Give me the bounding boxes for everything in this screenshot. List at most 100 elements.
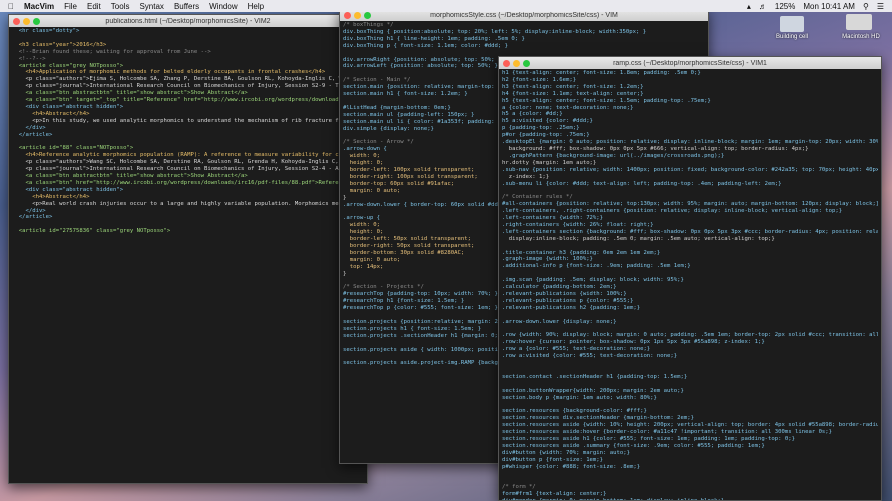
close-button[interactable]: [13, 17, 20, 25]
menu-extras: ▴ ♬ 125% Mon 10:41 AM ⚲ ☰: [747, 2, 892, 11]
code-editor[interactable]: h1 {text-align: center; font-size: 1.8em…: [499, 69, 881, 500]
menu-tools[interactable]: Tools: [111, 2, 130, 11]
code-line: section.resources aside .summary {font-s…: [502, 442, 765, 449]
menu-file[interactable]: File: [64, 2, 77, 11]
code-line: hr.dotty {margin: 1em auto;}: [502, 159, 597, 166]
code-line: .left-containers, .right-containers {pos…: [502, 208, 843, 215]
minimize-button[interactable]: [513, 59, 520, 67]
code-line: <!--?-->: [12, 55, 46, 62]
menu-app-name[interactable]: MacVim: [24, 2, 54, 11]
code-line: <h4>Application of morphomic methods for…: [12, 69, 326, 76]
code-line: z-index: 1;}: [502, 173, 550, 180]
code-line: div.boxThing h1 { line-height: 1em; padd…: [343, 35, 525, 42]
desktop-icon-label-building-cell[interactable]: Building cell: [770, 34, 814, 40]
minimize-button[interactable]: [23, 17, 30, 25]
search-icon[interactable]: ⚲: [863, 2, 869, 11]
code-line: .row:hover {cursor: pointer; box-shadow:…: [502, 339, 765, 346]
code-line: #all-containers {position: relative; top…: [502, 201, 878, 208]
code-line: .additional-info p {font-size: .9em; pad…: [502, 263, 691, 270]
code-line: </article>: [12, 131, 53, 138]
code-line: <p class="journal">International Researc…: [25, 83, 364, 90]
menu-help[interactable]: Help: [248, 2, 264, 11]
code-line: form#frm1 {text-align: center;}: [502, 491, 607, 498]
wifi-icon[interactable]: ▴: [747, 2, 751, 11]
vim-window-ramp[interactable]: ramp.css (~/Desktop/morphomicsSite/css) …: [498, 56, 882, 501]
code-line: <p>In this study, we used analytic morph…: [32, 117, 364, 124]
code-line: <p class="authors">Wang SC, Holcombe SA,…: [25, 159, 364, 166]
code-line: section.resources aside h1 {color: #555;…: [502, 436, 795, 443]
code-line: h5 a {color: #dd;}: [502, 111, 563, 118]
apple-icon[interactable]: : [8, 2, 14, 11]
code-line: p {padding-top: .25em;}: [502, 125, 580, 132]
titlebar[interactable]: publications.html (~/Desktop/morphomicsS…: [9, 15, 367, 27]
code-line: h5 {text-align: center; font-size: 1.5em…: [502, 97, 711, 104]
drive-icon[interactable]: [780, 16, 804, 32]
code-line: <article class="grey NOTposso">: [12, 62, 124, 69]
code-line: .row a:visited {color: #555; text-decora…: [502, 353, 678, 360]
maximize-button[interactable]: [523, 59, 530, 67]
code-line: display:inline-block; padding: .5em 0; m…: [502, 235, 775, 242]
close-button[interactable]: [503, 59, 510, 67]
clock[interactable]: Mon 10:41 AM: [803, 2, 855, 11]
maximize-button[interactable]: [33, 17, 40, 25]
code-line: <p class="journal">International Researc…: [25, 166, 362, 173]
code-line: .left-containers section {background: #f…: [502, 228, 878, 235]
menu-buffers[interactable]: Buffers: [174, 2, 199, 11]
code-line: section.resources aside:hover {border-co…: [502, 429, 833, 436]
vim-window-publications[interactable]: publications.html (~/Desktop/morphomicsS…: [8, 14, 368, 484]
code-line: .row a {color: #555; text-decoration: no…: [502, 346, 651, 353]
code-line: p#whisper {color: #888; font-size: .8em;…: [502, 463, 641, 470]
code-line: section.resources aside {width: 10%; hei…: [502, 422, 878, 429]
code-line: </div>: [12, 207, 46, 214]
code-line: </div>: [12, 124, 46, 131]
minimize-button[interactable]: [354, 11, 361, 19]
code-line: section.body p {margin: 1em auto; width:…: [502, 394, 657, 401]
code-line: section.resources div.sectionHeader {mar…: [502, 415, 694, 422]
code-line: h4 {font-size: 1.1em; text-align: center…: [502, 90, 644, 97]
code-line: <hr class="dotty">: [12, 28, 80, 34]
code-line: .sub-menu li {color: #ddd; text-align: l…: [502, 180, 782, 187]
code-line: .row {width: 90%; display: block; margin…: [502, 332, 878, 339]
code-line: .desktopEl {margin: 0 auto; position: re…: [502, 139, 878, 146]
code-line: .left-containers {width: 72%;}: [502, 215, 604, 222]
titlebar[interactable]: ramp.css (~/Desktop/morphomicsSite/css) …: [499, 57, 881, 69]
window-title: ramp.css (~/Desktop/morphomicsSite/css) …: [613, 59, 767, 67]
battery-percent[interactable]: 125%: [775, 2, 795, 11]
code-line: .right-containers {width: 26%; float: ri…: [502, 221, 654, 228]
code-line: background: #fff; box-shadow: 0px 0px 5p…: [502, 145, 809, 152]
code-line: <h3 class="year">2016</h3>: [12, 41, 107, 48]
code-line: <!--Brian found these; waiting for appro…: [12, 48, 211, 55]
code-line: h5 a:visited {color: #ddd;}: [502, 118, 593, 125]
menu-list-icon[interactable]: ☰: [877, 2, 884, 11]
code-line: .sub-nav {position: relative; width: 140…: [502, 166, 878, 173]
code-line: <h4>Abstract</h4>: [12, 193, 90, 200]
code-line: /* boxThings */: [343, 22, 394, 28]
code-line: .img.scan {padding: .5em; display: block…: [502, 277, 684, 284]
code-line: section.contact .sectionHeader h1 {paddi…: [502, 373, 688, 380]
code-line: <a class="btn" href="http://www.ircobi.o…: [12, 179, 363, 186]
code-line: </article>: [12, 214, 53, 221]
code-line: div#button p {font-size: 1em;}: [502, 456, 604, 463]
menu-window[interactable]: Window: [209, 2, 237, 11]
code-editor[interactable]: <hr class="dotty"> <h3 class="year">2016…: [9, 27, 367, 236]
code-line: .graphPattern {background-image: url(../…: [502, 152, 725, 159]
menu-edit[interactable]: Edit: [87, 2, 101, 11]
hard-drive-icon[interactable]: [846, 14, 872, 30]
volume-icon[interactable]: ♬: [759, 2, 767, 11]
code-line: <h4>Abstract</h4>: [12, 110, 90, 117]
code-line: h3 {text-align: center; font-size: 1.2em…: [502, 83, 644, 90]
code-line: section.resources {background-color: #ff…: [502, 408, 647, 415]
close-button[interactable]: [344, 11, 351, 19]
maximize-button[interactable]: [364, 11, 371, 19]
desktop-icon-label-macintosh-hd[interactable]: Macintosh HD: [836, 34, 886, 40]
menu-syntax[interactable]: Syntax: [139, 2, 163, 11]
